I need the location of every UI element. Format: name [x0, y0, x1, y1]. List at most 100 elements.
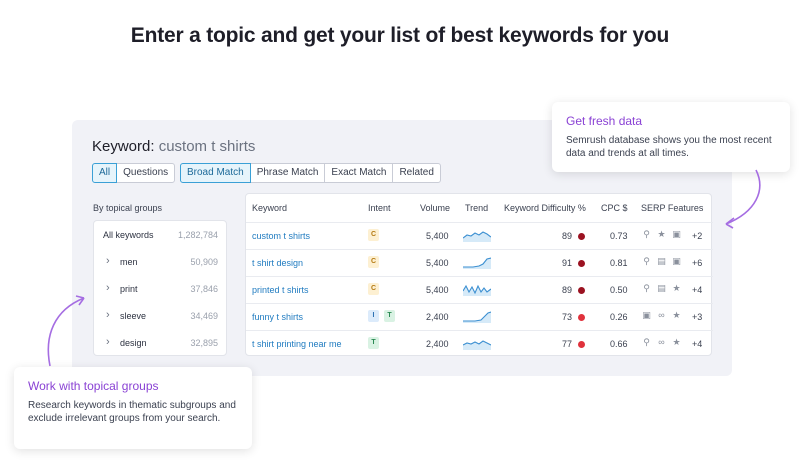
table-row[interactable]: t shirt printing near me T 2,400 77 0.66 ⚲ ∞ ★ +… [246, 330, 713, 357]
arrow-right-icon [725, 169, 761, 229]
serp-more-count[interactable]: +4 [692, 339, 702, 349]
intent-badge: C [368, 229, 379, 241]
chevron-right-icon[interactable]: › [106, 282, 110, 294]
image-icon: ▣ [672, 229, 681, 239]
star-icon: ★ [672, 283, 681, 293]
tab-related[interactable]: Related [392, 163, 441, 183]
page-headline: Enter a topic and get your list of best … [130, 24, 670, 47]
doc-icon: ▤ [657, 256, 666, 266]
tooltip-title: Get fresh data [566, 114, 643, 128]
intent-badge: I [368, 310, 379, 322]
tooltip-topical-groups: Work with topical groups Research keywor… [14, 367, 252, 449]
group-name: men [120, 257, 138, 267]
column-header-cpc[interactable]: CPC $ [601, 203, 628, 213]
chevron-right-icon[interactable]: › [106, 336, 110, 348]
kd-value: 73 [562, 312, 573, 322]
kd-value: 89 [562, 231, 573, 241]
question-filter-tabs: All Questions [92, 163, 176, 183]
groups-heading: By topical groups [93, 203, 163, 213]
cpc-value: 0.66 [610, 339, 628, 349]
keyword-value: custom t shirts [158, 138, 256, 155]
intent-badge: C [368, 283, 379, 295]
volume-value: 2,400 [426, 339, 449, 349]
pin-icon: ⚲ [643, 283, 650, 293]
cpc-value: 0.73 [610, 231, 628, 241]
link-icon: ∞ [658, 337, 665, 347]
star-icon: ★ [672, 337, 681, 347]
table-row[interactable]: t shirt design C 5,400 91 0.81 ⚲ ▤ ▣ +6 [246, 249, 713, 276]
serp-features: ⚲ ★ ▣ [642, 229, 681, 240]
pin-icon: ⚲ [643, 256, 650, 266]
image-icon: ▣ [672, 256, 681, 266]
pin-icon: ⚲ [643, 229, 650, 239]
serp-features: ▣ ∞ ★ [642, 310, 681, 321]
volume-value: 5,400 [426, 285, 449, 295]
keyword-label: Keyword: [92, 138, 155, 155]
kd-indicator-dot [578, 233, 585, 240]
column-header-volume[interactable]: Volume [420, 203, 450, 213]
volume-value: 2,400 [426, 312, 449, 322]
groups-panel: All keywords 1,282,784 › men 50,909 › pr… [93, 220, 227, 356]
group-name: All keywords [103, 230, 154, 240]
keyword-link[interactable]: printed t shirts [252, 285, 309, 295]
tooltip-title: Work with topical groups [28, 379, 159, 393]
group-count: 37,846 [190, 284, 218, 294]
keyword-link[interactable]: funny t shirts [252, 312, 303, 322]
group-item-sleeve[interactable]: › sleeve 34,469 [94, 307, 228, 325]
group-count: 50,909 [190, 257, 218, 267]
kd-value: 91 [562, 258, 573, 268]
kd-value: 89 [562, 285, 573, 295]
column-header-keyword[interactable]: Keyword [252, 203, 287, 213]
intent-badge: C [368, 256, 379, 268]
tab-broad-match[interactable]: Broad Match [180, 163, 251, 183]
serp-features: ⚲ ▤ ▣ [642, 256, 681, 267]
volume-value: 5,400 [426, 258, 449, 268]
kd-indicator-dot [578, 314, 585, 321]
keyword-link[interactable]: custom t shirts [252, 231, 310, 241]
keyword-link[interactable]: t shirt printing near me [252, 339, 342, 349]
serp-features: ⚲ ∞ ★ [642, 337, 681, 348]
group-item-print[interactable]: › print 37,846 [94, 280, 228, 298]
group-name: design [120, 338, 147, 348]
group-item-all[interactable]: All keywords 1,282,784 [94, 226, 228, 244]
trend-sparkline [463, 311, 491, 323]
group-count: 1,282,784 [177, 230, 218, 240]
group-name: sleeve [120, 311, 147, 321]
link-icon: ∞ [658, 310, 665, 320]
kd-indicator-dot [578, 341, 585, 348]
serp-more-count[interactable]: +2 [692, 231, 702, 241]
cpc-value: 0.81 [610, 258, 628, 268]
group-item-design[interactable]: › design 32,895 [94, 334, 228, 352]
serp-more-count[interactable]: +4 [692, 285, 702, 295]
tab-questions[interactable]: Questions [116, 163, 176, 183]
chevron-right-icon[interactable]: › [106, 309, 110, 321]
keyword-title: Keyword: custom t shirts [92, 138, 255, 155]
table-row[interactable]: printed t shirts C 5,400 89 0.50 ⚲ ▤ ★ +4 [246, 276, 713, 303]
kd-indicator-dot [578, 287, 585, 294]
column-header-intent[interactable]: Intent [368, 203, 391, 213]
serp-more-count[interactable]: +3 [692, 312, 702, 322]
group-count: 34,469 [190, 311, 218, 321]
tab-exact-match[interactable]: Exact Match [324, 163, 394, 183]
serp-more-count[interactable]: +6 [692, 258, 702, 268]
table-row[interactable]: custom t shirts C 5,400 89 0.73 ⚲ ★ ▣ +2 [246, 222, 713, 249]
tooltip-text: Semrush database shows you the most rece… [566, 135, 772, 159]
group-item-men[interactable]: › men 50,909 [94, 253, 228, 271]
tab-phrase-match[interactable]: Phrase Match [249, 163, 326, 183]
group-name: print [120, 284, 138, 294]
star-icon: ★ [657, 229, 666, 239]
trend-sparkline [463, 284, 491, 296]
image-icon: ▣ [642, 310, 651, 320]
keyword-link[interactable]: t shirt design [252, 258, 303, 268]
volume-value: 5,400 [426, 231, 449, 241]
column-header-kd[interactable]: Keyword Difficulty % [504, 203, 586, 213]
cpc-value: 0.50 [610, 285, 628, 295]
keywords-table: Keyword Intent Volume Trend Keyword Diff… [245, 193, 713, 357]
tab-all[interactable]: All [92, 163, 118, 183]
chevron-right-icon[interactable]: › [106, 255, 110, 267]
table-row[interactable]: funny t shirts I T 2,400 73 0.26 ▣ ∞ ★ +3 [246, 303, 713, 330]
trend-sparkline [463, 257, 491, 269]
column-header-trend[interactable]: Trend [465, 203, 488, 213]
column-header-serp[interactable]: SERP Features [641, 203, 703, 213]
group-count: 32,895 [190, 338, 218, 348]
